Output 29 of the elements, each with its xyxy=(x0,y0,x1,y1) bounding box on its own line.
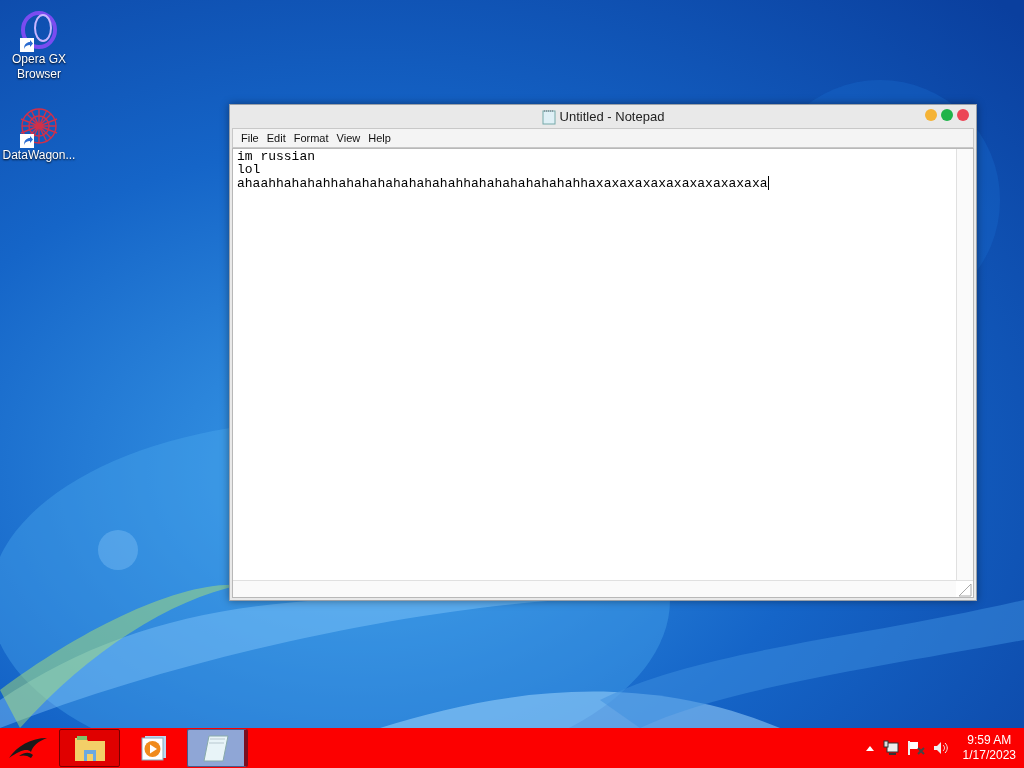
resize-grip-icon[interactable] xyxy=(956,581,973,598)
menu-item[interactable]: View xyxy=(336,129,361,147)
desktop-icon-label[interactable]: Opera GX Browser xyxy=(0,52,78,82)
notepad-icon xyxy=(541,108,556,125)
winged-logo-icon xyxy=(7,736,49,760)
close-button[interactable] xyxy=(957,109,969,121)
text-line: ahaahhahahahhahahahahahahahahhahahahahahahahhaxaxaxaxaxaxaxaxaxaxaxa xyxy=(237,176,768,190)
ring-logo-icon xyxy=(19,10,59,50)
taskbar-app-button[interactable] xyxy=(187,729,248,767)
clock-date[interactable]: 1/17/2023 xyxy=(962,748,1016,763)
flag-icon[interactable] xyxy=(906,740,925,756)
speaker-icon[interactable] xyxy=(932,740,949,756)
taskbar-app-button[interactable] xyxy=(59,729,120,767)
text-cursor xyxy=(767,176,769,190)
text-line: lol xyxy=(237,163,261,176)
menu-item[interactable]: Edit xyxy=(266,129,286,147)
menu-item[interactable]: Format xyxy=(293,129,329,147)
menu-item[interactable]: File xyxy=(241,129,259,147)
desktop-icon-label[interactable]: DataWagon... xyxy=(0,148,78,163)
notepad-icon xyxy=(201,733,231,763)
play-icon xyxy=(140,735,167,761)
menu-item[interactable]: Help xyxy=(368,129,391,147)
maximize-button[interactable] xyxy=(941,109,953,121)
clock-time[interactable]: 9:59 AM xyxy=(967,733,1012,748)
text-line: im russian xyxy=(237,150,315,163)
show-hidden-icons-icon[interactable] xyxy=(864,744,875,752)
folder-icon xyxy=(73,734,106,762)
window-title: Untitled - Notepad xyxy=(559,107,665,126)
network-icon[interactable] xyxy=(882,740,899,756)
